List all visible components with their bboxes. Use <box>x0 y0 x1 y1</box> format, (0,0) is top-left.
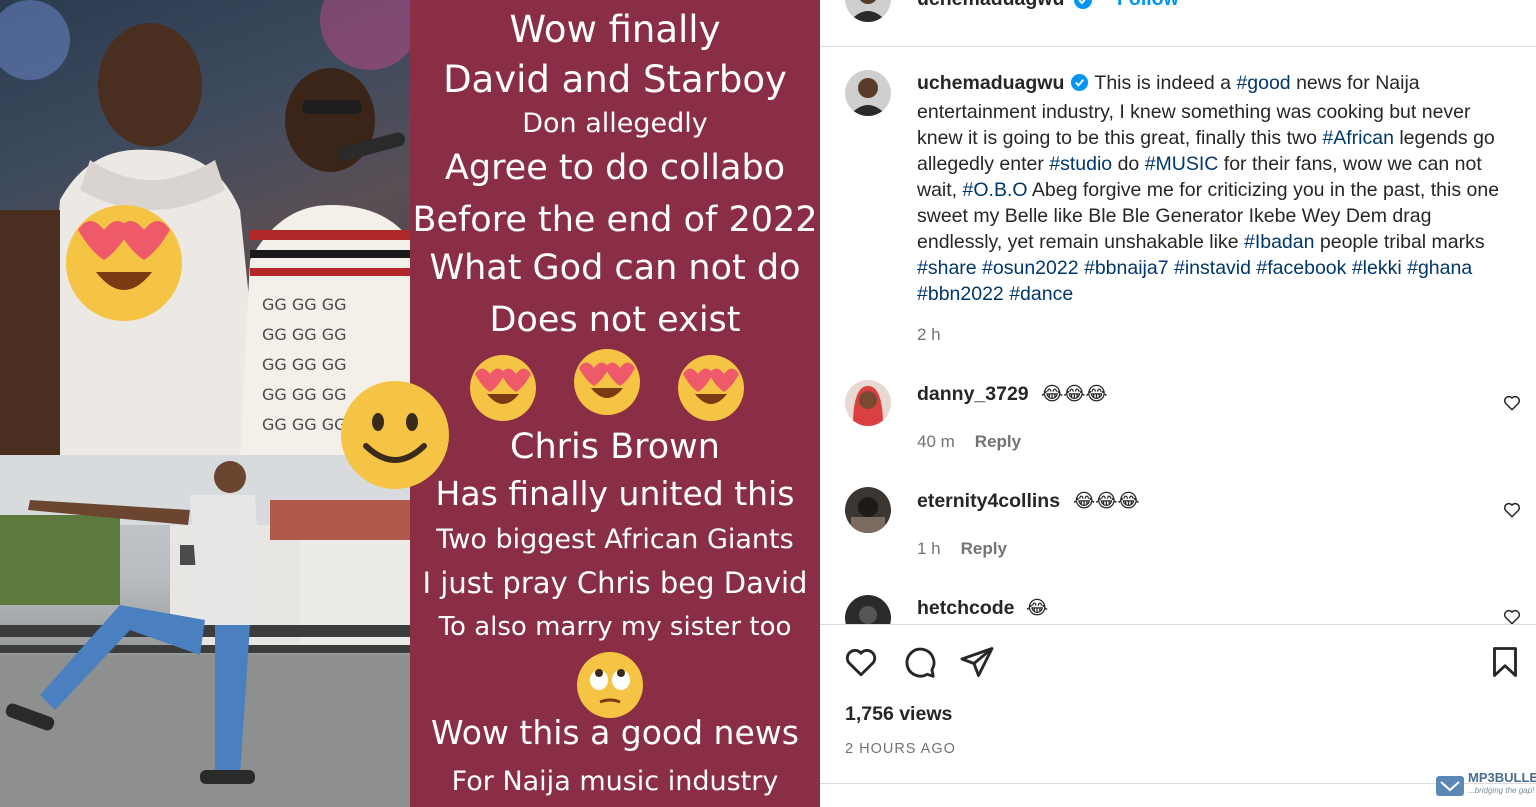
author-avatar-image <box>845 0 891 22</box>
hashtag-link[interactable]: #share <box>917 257 977 279</box>
smiley-emoji <box>341 381 449 489</box>
caption-avatar-image <box>845 70 891 116</box>
comment-username[interactable]: hetchcode <box>917 597 1015 620</box>
caption-segment: This is indeed a <box>1089 72 1237 94</box>
image-text-line: Does not exist <box>489 300 741 340</box>
watermark-logo: MP3BULLET ...bridging the gap! <box>1435 770 1536 802</box>
like-comment-heart-icon[interactable] <box>1503 608 1521 624</box>
hashtag-link[interactable]: #ghana <box>1407 257 1472 279</box>
image-text-line: I just pray Chris beg David <box>422 566 808 600</box>
image-text-line: David and Starboy <box>443 58 787 101</box>
like-heart-icon[interactable] <box>843 644 879 685</box>
post-header: uchemaduagwu • Follow <box>820 0 1536 24</box>
hashtag-link[interactable]: #MUSIC <box>1145 153 1219 175</box>
hashtag-link[interactable]: #studio <box>1049 153 1112 175</box>
header-divider <box>820 46 1536 47</box>
comment-text: 😂😂😂 <box>1041 384 1108 405</box>
verified-badge-icon <box>1073 0 1093 15</box>
caption-username[interactable]: uchemaduagwu <box>917 72 1064 94</box>
reply-button[interactable]: Reply <box>975 432 1021 451</box>
comment-avatar[interactable] <box>845 487 891 533</box>
hashtag-link[interactable]: #osun2022 <box>982 257 1079 279</box>
image-text-line: Don allegedly <box>522 108 708 139</box>
hashtag-link[interactable]: #bbn2022 <box>917 283 1004 305</box>
watermark-text: MP3BULLET <box>1468 770 1536 785</box>
image-text-line: Wow finally <box>509 8 721 51</box>
post-media[interactable]: GG GG GG GG GG GG GG GG GG GG GG GG GG G… <box>0 0 820 807</box>
heart-eyes-emoji-row <box>470 349 744 421</box>
share-send-icon[interactable] <box>959 644 995 685</box>
comment-avatar[interactable] <box>845 595 891 624</box>
like-comment-heart-icon[interactable] <box>1503 394 1521 412</box>
comment-text: 😂😂😂 <box>1073 491 1140 512</box>
eye-roll-emoji <box>577 652 643 718</box>
watermark-tagline: ...bridging the gap! <box>1468 786 1535 795</box>
image-text-line: Has finally united this <box>435 474 795 513</box>
photo-man-illustration <box>0 455 410 807</box>
comment-username[interactable]: danny_3729 <box>917 383 1029 406</box>
image-text-line: Two biggest African Giants <box>436 524 794 555</box>
image-text-panel: Wow finally David and Starboy Don allege… <box>410 0 820 807</box>
hashtag-link[interactable]: #lekki <box>1352 257 1402 279</box>
comment-text: 😂 <box>1026 598 1049 619</box>
watermark-icon <box>1436 776 1464 796</box>
caption-time: 2 h <box>917 325 941 344</box>
comments-clip: hetchcode 😂 <box>820 590 1536 624</box>
image-text-line: Chris Brown <box>510 427 720 467</box>
hashtag-link[interactable]: #instavid <box>1174 257 1251 279</box>
image-text-line: Agree to do collabo <box>444 148 786 188</box>
comment-meta: 40 m Reply <box>917 432 1021 452</box>
image-text-line: Wow this a good news <box>431 713 799 752</box>
bottom-divider <box>820 783 1536 784</box>
hashtag-link[interactable]: #facebook <box>1256 257 1346 279</box>
verified-badge-icon <box>1070 73 1089 99</box>
image-text-line: Before the end of 2022 <box>412 200 818 240</box>
dot-separator: • <box>1100 0 1107 8</box>
caption-avatar[interactable] <box>845 70 891 116</box>
comment-meta: 1 h Reply <box>917 539 1007 559</box>
comment-bubble-icon[interactable] <box>901 644 937 685</box>
svg-text:GG GG GG: GG GG GG <box>262 355 347 374</box>
comment-time: 1 h <box>917 539 941 558</box>
svg-text:GG GG GG: GG GG GG <box>262 295 347 314</box>
comment-time: 40 m <box>917 432 955 451</box>
author-username[interactable]: uchemaduagwu <box>917 0 1064 11</box>
views-count[interactable]: 1,756 views <box>845 703 952 726</box>
hashtag-link[interactable]: #bbnaija7 <box>1084 257 1169 279</box>
comment-avatar-image <box>845 380 891 426</box>
hashtag-link[interactable]: #Ibadan <box>1244 231 1315 253</box>
follow-button[interactable]: Follow <box>1117 0 1179 11</box>
comment-avatar-image <box>845 487 891 533</box>
caption-text: This is indeed a #good news for Naija en… <box>917 72 1499 305</box>
svg-text:GG GG GG: GG GG GG <box>262 325 347 344</box>
image-text-line: What God can not do <box>429 248 801 288</box>
caption-segment: do <box>1112 153 1145 175</box>
bookmark-save-icon[interactable] <box>1487 644 1523 685</box>
comment-avatar-image <box>845 595 891 624</box>
hashtag-link[interactable]: #good <box>1236 72 1290 94</box>
svg-text:GG GG GG: GG GG GG <box>262 415 347 434</box>
reply-button[interactable]: Reply <box>961 539 1007 558</box>
image-text-line: For Naija music industry <box>451 766 779 797</box>
hashtag-link[interactable]: #African <box>1322 127 1394 149</box>
author-avatar[interactable] <box>845 0 891 22</box>
posted-time: 2 HOURS AGO <box>845 741 956 757</box>
post-sidebar: uchemaduagwu • Follow uchemaduagwu This … <box>820 0 1536 807</box>
svg-text:GG GG GG: GG GG GG <box>262 385 347 404</box>
hashtag-link[interactable]: #dance <box>1009 283 1073 305</box>
actions-divider <box>820 624 1536 625</box>
image-text-line: To also marry my sister too <box>438 612 792 642</box>
post-caption: uchemaduagwu This is indeed a #good news… <box>917 70 1507 307</box>
comment-avatar[interactable] <box>845 380 891 426</box>
hashtag-link[interactable]: #O.B.O <box>963 179 1028 201</box>
comment-username[interactable]: eternity4collins <box>917 490 1060 513</box>
caption-segment: people tribal marks <box>1314 231 1485 253</box>
more-icon[interactable] <box>1490 0 1514 11</box>
photo-man-dancing <box>0 455 410 807</box>
like-comment-heart-icon[interactable] <box>1503 501 1521 519</box>
